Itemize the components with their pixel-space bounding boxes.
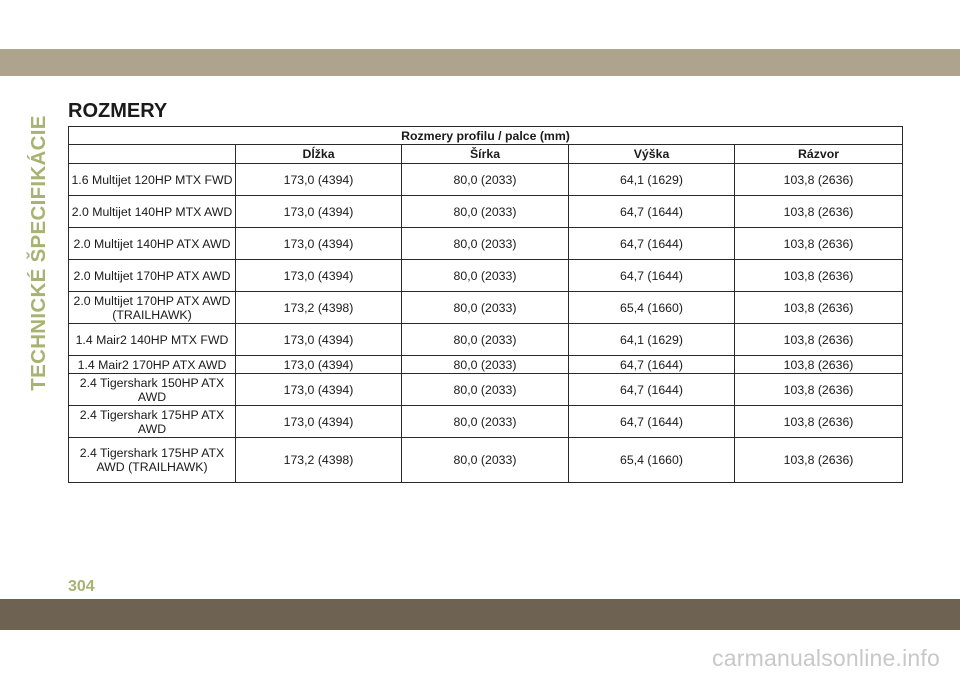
wheelbase-cell: 103,8 (2636) (733, 291, 904, 324)
length-cell: 173,0 (4394) (235, 163, 402, 196)
wheelbase-cell: 103,8 (2636) (733, 323, 904, 356)
height-cell: 64,7 (1644) (568, 373, 735, 406)
length-cell: 173,0 (4394) (235, 405, 402, 438)
wheelbase-cell: 103,8 (2636) (733, 195, 904, 228)
height-cell: 64,1 (1629) (568, 323, 735, 356)
wheelbase-cell: 103,8 (2636) (733, 437, 904, 483)
width-cell: 80,0 (2033) (401, 437, 569, 483)
bottom-footer-band (0, 599, 960, 630)
length-cell: 173,0 (4394) (235, 373, 402, 406)
height-cell: 64,1 (1629) (568, 163, 735, 196)
table-row: 2.0 Multijet 170HP ATX AWD (TRAILHAWK) 1… (68, 291, 904, 324)
side-section-tab: TECHNICKÉ ŠPECIFIKÁCIE (27, 100, 50, 405)
engine-variant-cell: 2.0 Multijet 170HP ATX AWD (TRAILHAWK) (68, 291, 236, 324)
table-row: 2.0 Multijet 140HP ATX AWD 173,0 (4394) … (68, 227, 904, 260)
watermark-text: carmanualsonline.info (712, 645, 940, 671)
length-cell: 173,0 (4394) (235, 259, 402, 292)
dimensions-table: Rozmery profilu / palce (mm) Dĺžka Šírka… (67, 126, 904, 483)
table-caption: Rozmery profilu / palce (mm) (67, 126, 904, 145)
wheelbase-cell: 103,8 (2636) (733, 227, 904, 260)
height-cell: 65,4 (1660) (568, 291, 735, 324)
length-cell: 173,0 (4394) (235, 323, 402, 356)
table-row: 2.4 Tigershark 175HP ATX AWD (TRAILHAWK)… (68, 437, 904, 483)
table-row: 2.0 Multijet 170HP ATX AWD 173,0 (4394) … (68, 259, 904, 292)
length-cell: 173,2 (4398) (235, 437, 402, 483)
page-title: ROZMERY (68, 100, 168, 122)
height-cell: 64,7 (1644) (568, 195, 735, 228)
side-section-label: TECHNICKÉ ŠPECIFIKÁCIE (27, 114, 50, 391)
height-cell: 64,7 (1644) (568, 405, 735, 438)
engine-variant-cell: 2.4 Tigershark 175HP ATX AWD (TRAILHAWK) (68, 437, 236, 483)
table-row: 2.4 Tigershark 150HP ATX AWD 173,0 (4394… (68, 373, 904, 406)
height-cell: 65,4 (1660) (568, 437, 735, 483)
width-cell: 80,0 (2033) (401, 227, 569, 260)
table-row: 2.0 Multijet 140HP MTX AWD 173,0 (4394) … (68, 195, 904, 228)
table-caption-row: Rozmery profilu / palce (mm) (67, 126, 904, 145)
length-cell: 173,2 (4398) (235, 291, 402, 324)
page-number: 304 (68, 578, 95, 595)
engine-variant-cell: 2.0 Multijet 140HP MTX AWD (68, 195, 236, 228)
table-row: 1.6 Multijet 120HP MTX FWD 173,0 (4394) … (68, 163, 904, 196)
width-cell: 80,0 (2033) (401, 259, 569, 292)
wheelbase-cell: 103,8 (2636) (733, 373, 904, 406)
width-cell: 80,0 (2033) (401, 291, 569, 324)
wheelbase-cell: 103,8 (2636) (733, 355, 904, 374)
table-row: 1.4 Mair2 170HP ATX AWD 173,0 (4394) 80,… (68, 355, 904, 374)
width-cell: 80,0 (2033) (401, 373, 569, 406)
engine-variant-cell: 2.0 Multijet 170HP ATX AWD (68, 259, 236, 292)
length-cell: 173,0 (4394) (235, 195, 402, 228)
length-cell: 173,0 (4394) (235, 355, 402, 374)
wheelbase-cell: 103,8 (2636) (733, 163, 904, 196)
height-cell: 64,7 (1644) (568, 259, 735, 292)
width-cell: 80,0 (2033) (401, 405, 569, 438)
column-header: Výška (568, 144, 735, 164)
table-row: 2.4 Tigershark 175HP ATX AWD 173,0 (4394… (68, 405, 904, 438)
width-cell: 80,0 (2033) (401, 355, 569, 374)
engine-variant-cell: 2.4 Tigershark 175HP ATX AWD (68, 405, 236, 438)
length-cell: 173,0 (4394) (235, 227, 402, 260)
engine-variant-cell: 1.4 Mair2 140HP MTX FWD (68, 323, 236, 356)
engine-variant-cell: 1.4 Mair2 170HP ATX AWD (68, 355, 236, 374)
engine-variant-cell: 2.0 Multijet 140HP ATX AWD (68, 227, 236, 260)
wheelbase-cell: 103,8 (2636) (733, 405, 904, 438)
table-header-row: Dĺžka Šírka Výška Rázvor (68, 144, 904, 164)
top-header-band (0, 49, 960, 76)
wheelbase-cell: 103,8 (2636) (733, 259, 904, 292)
width-cell: 80,0 (2033) (401, 163, 569, 196)
column-header: Rázvor (733, 144, 904, 164)
width-cell: 80,0 (2033) (401, 323, 569, 356)
height-cell: 64,7 (1644) (568, 355, 735, 374)
column-header: Dĺžka (235, 144, 402, 164)
height-cell: 64,7 (1644) (568, 227, 735, 260)
engine-variant-cell: 2.4 Tigershark 150HP ATX AWD (68, 373, 236, 406)
engine-variant-cell: 1.6 Multijet 120HP MTX FWD (68, 163, 236, 196)
column-header (68, 144, 236, 164)
width-cell: 80,0 (2033) (401, 195, 569, 228)
column-header: Šírka (401, 144, 569, 164)
table-row: 1.4 Mair2 140HP MTX FWD 173,0 (4394) 80,… (68, 323, 904, 356)
